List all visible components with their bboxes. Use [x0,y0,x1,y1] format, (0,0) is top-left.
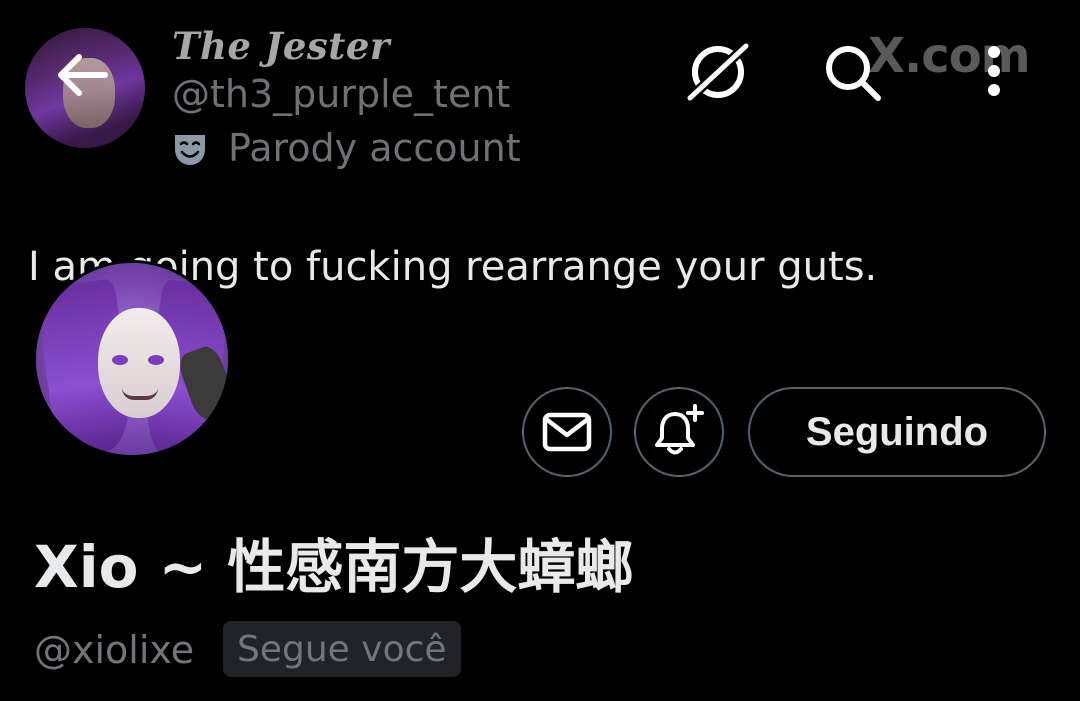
follows-you-badge: Segue você [223,621,461,677]
grok-button[interactable] [682,40,754,104]
more-options-button[interactable] [978,42,1012,100]
grok-icon [684,40,752,104]
search-icon [826,46,881,101]
message-button[interactable] [522,387,612,477]
quoted-display-name[interactable]: The Jester [172,24,390,68]
quoted-handle[interactable]: @th3_purple_tent [172,72,510,116]
more-vert-icon-dot [988,84,1000,96]
notifications-button[interactable] [634,387,724,477]
theater-mask-icon [175,135,205,165]
profile-display-name: Xio ~ 性感南方大蟑螂 [34,533,634,601]
search-button[interactable] [820,40,886,104]
envelope-icon [542,412,592,452]
profile-handle: @xiolixe [34,628,195,672]
avatar-face [98,308,180,418]
following-button[interactable]: Seguindo [748,387,1046,477]
more-vert-icon-dot [988,65,1000,77]
more-vert-icon [988,46,1000,58]
parody-label: Parody account [228,126,521,170]
avatar-eye-right [148,355,164,365]
profile-avatar[interactable] [33,260,231,458]
bell-plus-icon [655,404,704,455]
back-arrow-icon [58,54,108,96]
back-button[interactable] [46,46,116,104]
avatar-eye-left [112,355,128,365]
